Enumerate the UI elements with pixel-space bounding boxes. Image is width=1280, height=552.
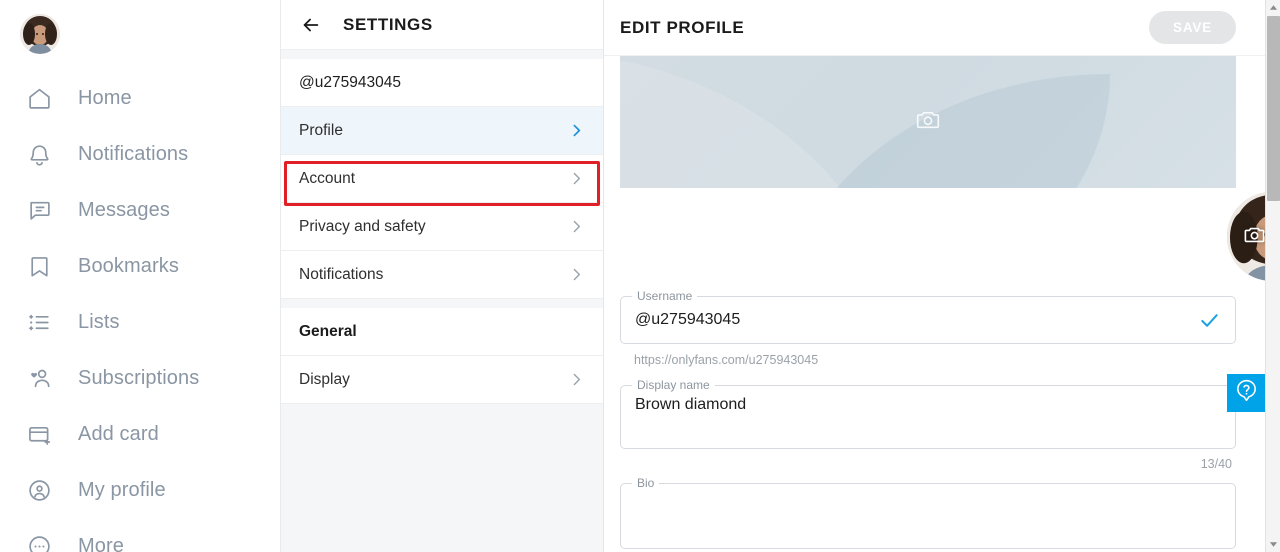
settings-section-general: General [281, 308, 603, 356]
app-root: Home Notifications Messages Bookmarks Li [0, 0, 1280, 552]
bio-textarea[interactable] [620, 483, 1236, 549]
section-title: General [299, 322, 357, 340]
help-question-icon [1234, 378, 1259, 408]
bio-field-group: Bio [620, 475, 1236, 549]
section-gap [281, 299, 603, 308]
cover-shape-b [780, 74, 1110, 188]
profile-circle-icon [22, 473, 56, 507]
settings-row-label: Privacy and safety [299, 217, 426, 235]
display-name-value: Brown diamond [635, 396, 747, 413]
page-title: SETTINGS [343, 14, 433, 34]
nav-item-my-profile[interactable]: My profile [0, 462, 280, 518]
nav-item-notifications[interactable]: Notifications [0, 126, 280, 182]
message-icon [22, 193, 56, 227]
checkmark-icon [1198, 309, 1221, 332]
settings-row-account[interactable]: Account [281, 155, 603, 203]
list-icon [22, 305, 56, 339]
chevron-right-icon [568, 266, 585, 283]
settings-account-handle: @u275943045 [281, 59, 603, 107]
username-value: @u275943045 [635, 311, 741, 328]
scroll-up-arrow-icon[interactable] [1266, 0, 1280, 15]
credit-card-plus-icon [22, 417, 56, 451]
display-name-field-group: Display name Brown diamond [620, 377, 1236, 449]
nav-label: Bookmarks [78, 254, 179, 277]
avatar[interactable] [20, 14, 60, 54]
help-button[interactable] [1227, 374, 1265, 412]
nav-item-messages[interactable]: Messages [0, 182, 280, 238]
chevron-right-icon [568, 122, 585, 139]
nav-label: Add card [78, 422, 159, 445]
scrollbar-thumb[interactable] [1267, 16, 1280, 201]
cover-photo[interactable] [620, 56, 1236, 188]
nav-label: My profile [78, 478, 166, 501]
left-navigation: Home Notifications Messages Bookmarks Li [0, 0, 280, 552]
settings-panel: SETTINGS @u275943045 Profile Account Pri… [280, 0, 604, 552]
display-name-input[interactable]: Brown diamond [620, 385, 1236, 449]
display-name-counter: 13/40 [1200, 457, 1232, 471]
back-arrow-icon[interactable] [299, 13, 323, 37]
settings-row-label: Profile [299, 121, 343, 139]
browser-scrollbar[interactable] [1265, 0, 1280, 552]
nav-item-subscriptions[interactable]: Subscriptions [0, 350, 280, 406]
account-handle-label: @u275943045 [299, 73, 401, 91]
chevron-right-icon [568, 371, 585, 388]
username-label: Username [632, 288, 698, 304]
settings-row-label: Account [299, 169, 356, 187]
nav-label: Subscriptions [78, 366, 200, 389]
camera-icon[interactable] [1243, 223, 1266, 251]
chevron-right-icon [568, 170, 585, 187]
settings-row-profile[interactable]: Profile [281, 107, 603, 155]
camera-icon[interactable] [915, 107, 941, 138]
bell-icon [22, 137, 56, 171]
settings-row-privacy-and-safety[interactable]: Privacy and safety [281, 203, 603, 251]
user-avatar-image [20, 14, 60, 54]
nav-item-lists[interactable]: Lists [0, 294, 280, 350]
bio-label: Bio [632, 475, 660, 491]
settings-row-notifications[interactable]: Notifications [281, 251, 603, 299]
chevron-right-icon [568, 218, 585, 235]
nav-item-home[interactable]: Home [0, 70, 280, 126]
profile-url-hint: https://onlyfans.com/u275943045 [634, 353, 819, 367]
edit-profile-header: EDIT PROFILE SAVE [604, 0, 1280, 56]
nav-item-bookmarks[interactable]: Bookmarks [0, 238, 280, 294]
username-input[interactable]: @u275943045 [620, 296, 1236, 344]
settings-row-label: Notifications [299, 265, 384, 283]
edit-profile-title: EDIT PROFILE [620, 17, 745, 37]
nav-item-more[interactable]: More [0, 518, 280, 552]
settings-row-display[interactable]: Display [281, 356, 603, 404]
bookmark-icon [22, 249, 56, 283]
save-button[interactable]: SAVE [1149, 11, 1236, 44]
nav-label: Lists [78, 310, 120, 333]
nav-label: Notifications [78, 142, 189, 165]
scroll-down-arrow-icon[interactable] [1266, 537, 1280, 552]
nav-item-add-card[interactable]: Add card [0, 406, 280, 462]
edit-profile-panel: EDIT PROFILE SAVE Username @u275943045 h… [604, 0, 1280, 552]
settings-row-label: Display [299, 370, 350, 388]
display-name-label: Display name [632, 377, 715, 393]
more-dots-icon [22, 529, 56, 552]
home-icon [22, 81, 56, 115]
subscriptions-icon [22, 361, 56, 395]
nav-label: More [78, 534, 124, 552]
nav-label: Messages [78, 198, 170, 221]
edit-profile-form: Username @u275943045 https://onlyfans.co… [620, 288, 1236, 549]
section-gap [281, 50, 603, 59]
settings-header: SETTINGS [281, 0, 603, 50]
nav-label: Home [78, 86, 132, 109]
username-field-group: Username @u275943045 [620, 288, 1236, 344]
